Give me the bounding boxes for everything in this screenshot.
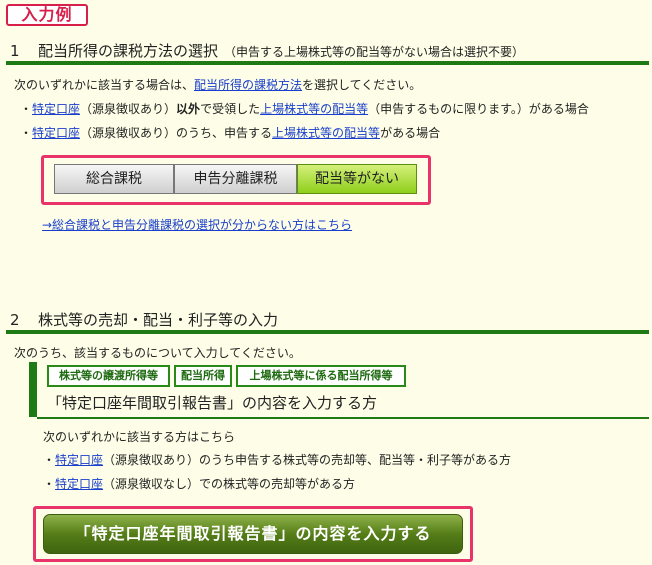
bullet2-text: （源泉徴収あり）のうち、申告する xyxy=(80,126,273,140)
annual-report-subtitle: 「特定口座年間取引報告書」の内容を入力する方 xyxy=(47,394,378,412)
bullet2-post: がある場合 xyxy=(380,126,441,140)
section1-intro-post: を選択してください。 xyxy=(302,78,422,92)
section2-bullet2-text: （源泉徴収なし）での株式等の売却等がある方 xyxy=(103,477,356,491)
section2-intro: 次のうち、該当するものについて入力してください。 xyxy=(14,346,301,360)
listed-dividend-link[interactable]: 上場株式等の配当等 xyxy=(260,102,368,116)
listed-dividend-link[interactable]: 上場株式等の配当等 xyxy=(272,126,380,140)
tag-stock-transfer-income: 株式等の譲渡所得等 xyxy=(47,365,170,387)
tag-dividend-income: 配当所得 xyxy=(174,365,232,387)
tax-method-link[interactable]: 配当所得の課税方法 xyxy=(194,78,302,92)
option-sogo-kazei[interactable]: 総合課税 xyxy=(54,164,174,194)
section1-bullet2: ・特定口座（源泉徴収あり）のうち、申告する上場株式等の配当等がある場合 xyxy=(20,124,440,141)
bullet-mark: ・ xyxy=(20,126,33,140)
bullet-mark: ・ xyxy=(43,453,56,467)
section2-side-bar xyxy=(29,362,37,417)
section2-divider xyxy=(6,330,649,334)
input-example-badge: 入力例 xyxy=(6,4,88,26)
bullet-mark: ・ xyxy=(43,477,56,491)
section1-title: 1 配当所得の課税方法の選択 （申告する上場株式等の配当等がない場合は選択不要） xyxy=(10,40,524,61)
section1-number: 1 xyxy=(10,42,20,60)
bullet-mark: ・ xyxy=(20,102,33,116)
section1-note: （申告する上場株式等の配当等がない場合は選択不要） xyxy=(224,45,525,59)
option-no-dividend[interactable]: 配当等がない xyxy=(297,164,417,194)
tax-method-help-link[interactable]: →総合課税と申告分離課税の選択が分からない方はこちら xyxy=(42,218,352,232)
section1-bullet1: ・特定口座（源泉徴収あり）以外で受領した上場株式等の配当等（申告するものに限りま… xyxy=(20,100,589,117)
tag-listed-dividend-income: 上場株式等に係る配当所得等 xyxy=(236,365,406,387)
section2-title: 2 株式等の売却・配当・利子等の入力 xyxy=(10,309,278,330)
section2-bullet2: ・特定口座（源泉徴収なし）での株式等の売却等がある方 xyxy=(43,475,355,492)
section1-intro: 次のいずれかに該当する場合は、配当所得の課税方法を選択してください。 xyxy=(14,76,421,93)
tokutei-account-link[interactable]: 特定口座 xyxy=(32,102,80,116)
bullet1-text2: で受領した xyxy=(200,102,261,116)
tokutei-account-link[interactable]: 特定口座 xyxy=(32,126,80,140)
help-link-wrap: →総合課税と申告分離課税の選択が分からない方はこちら xyxy=(42,216,352,233)
section1-intro-pre: 次のいずれかに該当する場合は、 xyxy=(14,78,195,92)
tokutei-account-link[interactable]: 特定口座 xyxy=(55,477,103,491)
tokutei-account-link[interactable]: 特定口座 xyxy=(55,453,103,467)
section2-bullet1-text: （源泉徴収あり）のうち申告する株式等の売却等、配当等・利子等がある方 xyxy=(103,453,512,467)
enter-annual-report-button[interactable]: 「特定口座年間取引報告書」の内容を入力する xyxy=(43,514,463,554)
subtitle-divider xyxy=(37,417,649,419)
bullet1-post: （申告するものに限ります。）がある場合 xyxy=(368,102,589,116)
section2-number: 2 xyxy=(10,311,20,329)
bullet1-bold: 以外 xyxy=(176,102,201,116)
bullet1-text: （源泉徴収あり） xyxy=(80,102,177,116)
section1-divider xyxy=(6,61,649,65)
section2-condition: 次のいずれかに該当する方はこちら xyxy=(43,430,236,444)
section2-title-text: 株式等の売却・配当・利子等の入力 xyxy=(38,311,279,329)
section2-bullet1: ・特定口座（源泉徴収あり）のうち申告する株式等の売却等、配当等・利子等がある方 xyxy=(43,451,511,468)
option-shinkoku-bunri[interactable]: 申告分離課税 xyxy=(174,164,297,194)
section1-title-text: 配当所得の課税方法の選択 xyxy=(38,42,219,60)
